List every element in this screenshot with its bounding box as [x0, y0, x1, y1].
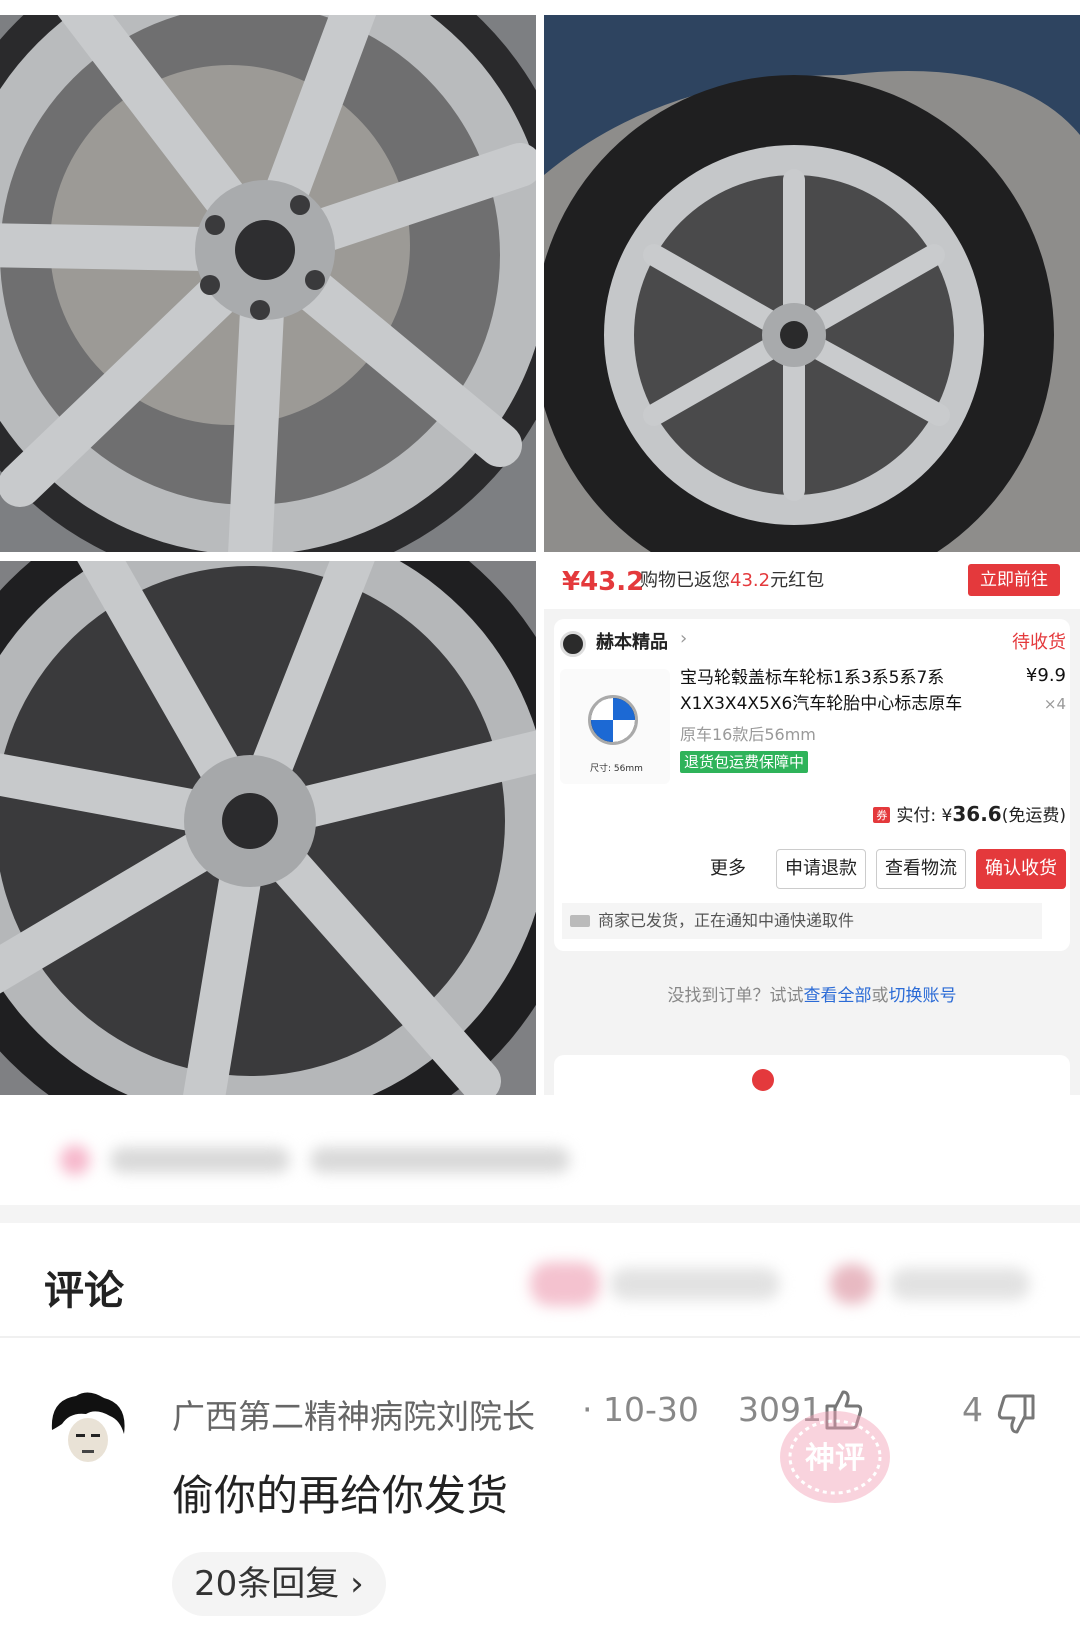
chevron-right-icon: ›	[680, 628, 688, 649]
thumbs-down-icon[interactable]	[996, 1392, 1036, 1436]
switch-account-link[interactable]: 切换账号	[889, 986, 957, 1006]
paid-total: 券实付: ¥36.6(免运费)	[873, 801, 1066, 826]
recommend-icon	[752, 1069, 774, 1091]
recommend-strip	[554, 1055, 1070, 1095]
confirm-receipt-button[interactable]: 确认收货	[976, 849, 1066, 889]
blurred-text	[610, 1268, 780, 1300]
blurred-text	[310, 1147, 570, 1173]
comment-username[interactable]: 广西第二精神病院刘院长	[172, 1390, 535, 1438]
section-separator	[0, 1205, 1080, 1223]
wheel-photo-2[interactable]	[544, 15, 1080, 552]
avatar[interactable]	[46, 1390, 130, 1474]
order-not-found-hint: 没找到订单？试试查看全部或切换账号	[667, 986, 957, 1006]
more-button[interactable]: 更多	[710, 849, 746, 889]
product-spec: 原车16款后56mm	[680, 725, 816, 744]
photo-grid: ¥43.2 购物已返您43.2元红包 立即前往 赫本精品 › 待收货 尺寸: 5…	[0, 0, 1080, 1095]
shop-logo	[560, 631, 586, 657]
product-name[interactable]: 宝马轮毂盖标车轮标1系3系5系7系X1X3X4X5X6汽车轮胎中心标志原车	[680, 665, 1000, 717]
guarantee-badge: 退货包运费保障中	[680, 751, 809, 773]
order-status: 待收货	[1012, 632, 1066, 653]
blurred-icon	[60, 1145, 90, 1175]
size-label: 尺寸: 56mm	[590, 764, 643, 774]
redpacket-text: 购物已返您43.2元红包	[640, 570, 825, 591]
blurred-avatars	[530, 1262, 600, 1306]
shipping-status[interactable]: 商家已发货，正在通知中通快递取件	[562, 903, 1042, 939]
svg-text:神评: 神评	[805, 1441, 865, 1476]
blurred-topic-bar	[0, 1095, 1080, 1220]
chevron-right-icon: ›	[350, 1564, 364, 1604]
comments-title: 评论	[44, 1268, 124, 1314]
view-all-link[interactable]: 查看全部	[804, 986, 872, 1006]
coupon-icon: 券	[873, 807, 891, 823]
product-price: ¥9.9	[1025, 665, 1066, 686]
shop-name[interactable]: 赫本精品	[596, 628, 668, 654]
refund-button[interactable]: 申请退款	[776, 849, 866, 889]
replies-button[interactable]: 20条回复 ›	[172, 1552, 386, 1616]
blurred-icon	[830, 1264, 874, 1304]
blurred-text	[890, 1268, 1030, 1300]
wheel-photo-3[interactable]	[0, 561, 536, 1095]
comment-text[interactable]: 偷你的再给你发货	[172, 1462, 508, 1523]
go-now-button[interactable]: 立即前往	[968, 564, 1060, 596]
truck-icon	[570, 915, 590, 927]
product-thumbnail[interactable]: 尺寸: 56mm	[560, 669, 670, 784]
wheel-photo-1[interactable]	[0, 15, 536, 552]
header-divider	[0, 1336, 1080, 1338]
product-quantity: ×4	[1043, 695, 1066, 713]
logistics-button[interactable]: 查看物流	[876, 849, 966, 889]
order-screenshot: ¥43.2 购物已返您43.2元红包 立即前往 赫本精品 › 待收货 尺寸: 5…	[544, 561, 1080, 1095]
order-actions: 更多 申请退款 查看物流 确认收货	[710, 849, 1066, 889]
blurred-text	[110, 1147, 290, 1173]
comment-time: · 10-30	[582, 1390, 699, 1429]
redpacket-amount: ¥43.2	[562, 567, 645, 597]
dislike-count: 4	[962, 1390, 983, 1429]
hot-comment-stamp: 神评	[770, 1402, 900, 1512]
bmw-logo-icon	[588, 695, 638, 745]
